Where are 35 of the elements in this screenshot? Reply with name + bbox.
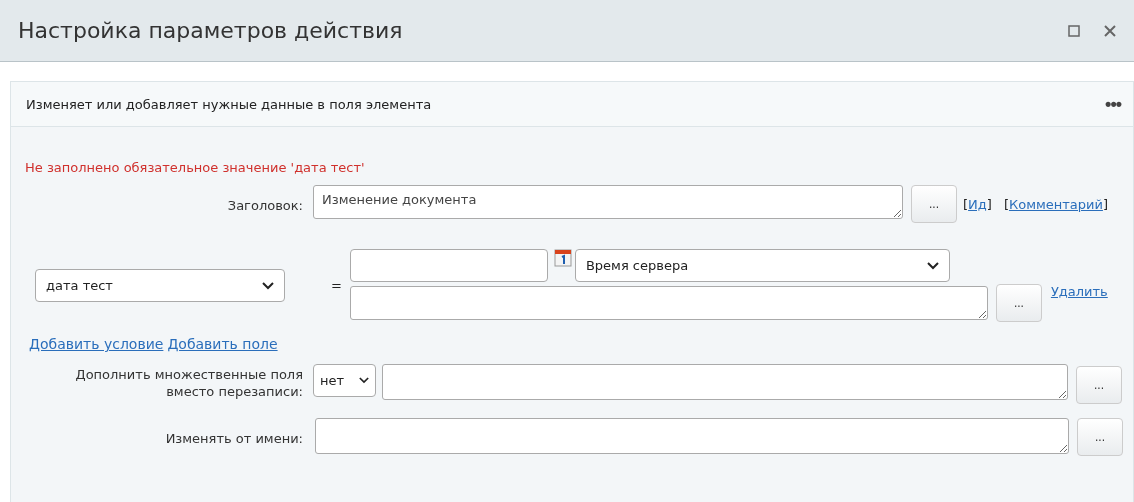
panel-description: Изменяет или добавляет нужные данные в поля элемента — [26, 96, 432, 112]
browse-button[interactable]: ... — [911, 185, 957, 223]
equals-sign: = — [331, 278, 342, 293]
bracket: ] — [986, 197, 992, 212]
browse-button[interactable]: ... — [1077, 418, 1123, 456]
author-field[interactable] — [315, 418, 1069, 454]
date-field[interactable] — [349, 249, 548, 282]
window-title: Настройка параметров действия — [18, 18, 403, 43]
delete-link[interactable]: Удалить — [1050, 284, 1108, 299]
field-select[interactable]: дата тест — [35, 269, 285, 302]
field-label: Заголовок: — [226, 197, 304, 214]
expression-field[interactable] — [349, 286, 988, 320]
link[interactable]: Ид — [968, 197, 987, 212]
append-field[interactable] — [382, 364, 1068, 400]
more-button[interactable]: ••• — [1105, 93, 1121, 115]
chevron-icon — [926, 261, 939, 270]
field-label: Изменять от имени: — [164, 430, 304, 447]
chevron-icon — [359, 377, 369, 384]
add-link[interactable]: Добавить поле — [167, 336, 278, 352]
calendar-icon[interactable] — [553, 249, 572, 267]
chevron-icon — [262, 281, 274, 290]
title-field[interactable]: Изменение документа — [313, 185, 903, 219]
browse-button[interactable]: ... — [995, 284, 1042, 322]
append-select[interactable]: нет — [313, 364, 376, 397]
bracket: ] — [1102, 197, 1108, 212]
add-link[interactable]: Добавить условие — [29, 336, 164, 352]
bracket: [ — [1003, 197, 1009, 212]
link[interactable]: Комментарий — [1008, 197, 1103, 212]
error-message: Не заполнено обязательное значение 'дата тест' — [25, 160, 366, 175]
maximize-icon[interactable] — [1068, 24, 1080, 37]
bracket: [ — [963, 197, 969, 212]
timezone-select[interactable]: Время сервера — [574, 249, 950, 282]
browse-button[interactable]: ... — [1076, 366, 1122, 404]
field-label: Дополнить множественные поля вместо перезаписи: — [74, 366, 304, 400]
close-icon[interactable] — [1104, 24, 1116, 37]
